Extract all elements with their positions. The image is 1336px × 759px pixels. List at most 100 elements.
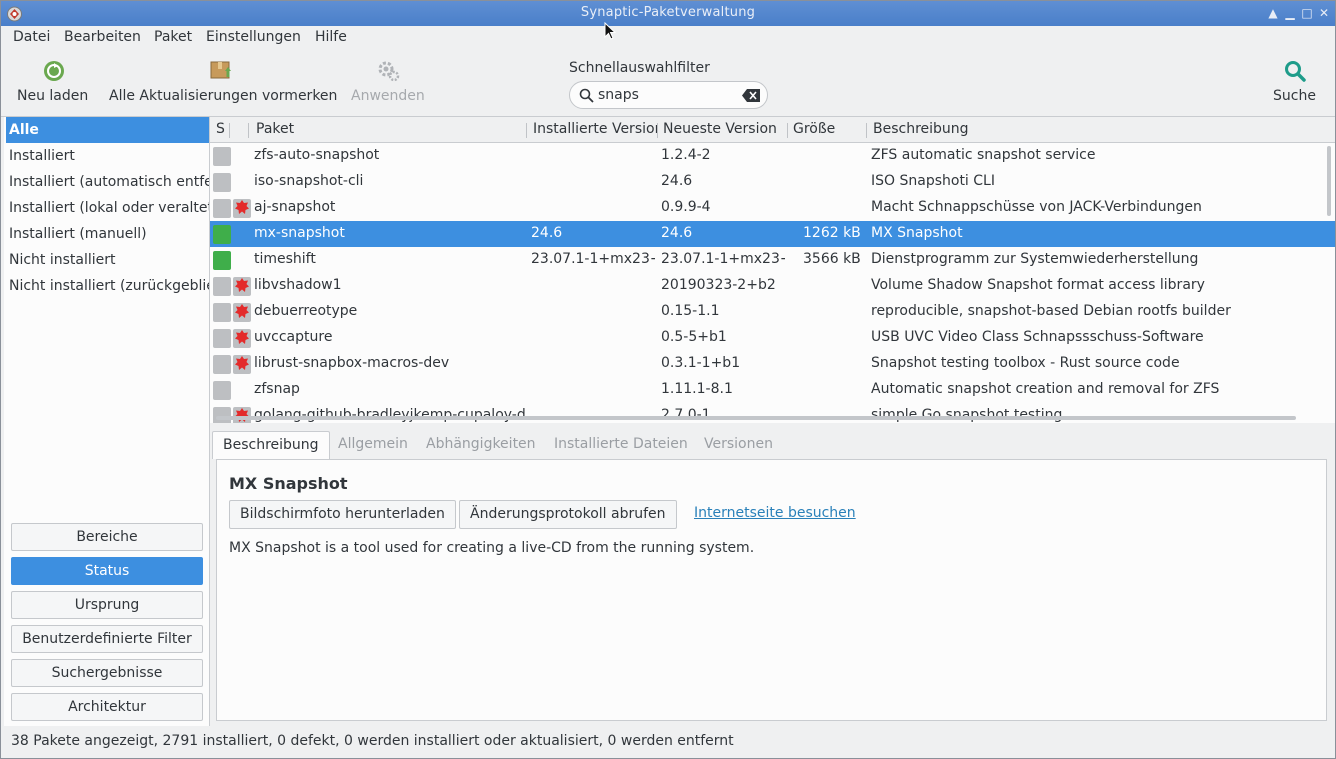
column-divider[interactable] xyxy=(526,123,527,138)
status-bar-text: 38 Pakete angezeigt, 2791 installiert, 0… xyxy=(11,733,734,749)
search-button[interactable]: Suche xyxy=(1265,50,1323,110)
package-description: Snapshot testing toolbox - Rust source c… xyxy=(871,355,1180,371)
installed-status-icon[interactable] xyxy=(213,251,231,270)
not-installed-status-icon[interactable] xyxy=(213,199,231,218)
not-installed-status-icon[interactable] xyxy=(213,329,231,348)
column-divider xyxy=(248,123,249,138)
reload-button[interactable]: Neu laden xyxy=(17,50,89,110)
package-name: debuerreotype xyxy=(254,303,358,319)
menu-paket[interactable]: Paket xyxy=(154,29,192,45)
table-row[interactable]: aj-snapshot 0.9.9-4 Macht Schnappschüsse v… xyxy=(210,195,1335,221)
apply-label: Anwenden xyxy=(351,88,425,104)
origin-button[interactable]: Ursprung xyxy=(11,591,203,619)
tab-installed-files[interactable]: Installierte Dateien xyxy=(544,431,698,459)
filter-installed-autoremovable[interactable]: Installiert (automatisch entfernbar) xyxy=(6,169,209,195)
quick-filter-label: Schnellauswahlfilter xyxy=(569,60,710,76)
menu-datei[interactable]: Datei xyxy=(13,29,50,45)
clear-input-icon[interactable] xyxy=(742,89,760,102)
not-installed-status-icon[interactable] xyxy=(213,407,231,423)
package-detail-panel: MX Snapshot Bildschirmfoto herunterladen… xyxy=(216,459,1327,721)
package-name: zfs-auto-snapshot xyxy=(254,147,380,163)
tab-description[interactable]: Beschreibung xyxy=(212,431,330,459)
custom-filters-button[interactable]: Benutzerdefinierte Filter xyxy=(11,625,203,653)
column-size[interactable]: Größe xyxy=(793,121,863,137)
status-button[interactable]: Status xyxy=(11,557,203,585)
not-installed-status-icon[interactable] xyxy=(213,303,231,322)
filter-installed-manual[interactable]: Installiert (manuell) xyxy=(6,221,209,247)
filter-installed-local-obsolete[interactable]: Installiert (lokal oder veraltet) xyxy=(6,195,209,221)
table-header: S Paket Installierte Version Neueste Ver… xyxy=(210,117,1335,143)
latest-version: 24.6 xyxy=(661,225,693,241)
table-row[interactable]: golang-github-bradleyjkemp-cupaloy-dev 2.… xyxy=(210,403,1335,423)
column-divider[interactable] xyxy=(657,123,658,138)
latest-version: 20190323-2+b2 xyxy=(661,277,776,293)
package-name: iso-snapshot-cli xyxy=(254,173,364,189)
table-row[interactable]: uvccapture 0.5-5+b1 USB UVC Video Class Sc… xyxy=(210,325,1335,351)
column-divider[interactable] xyxy=(787,123,788,138)
column-installed-version[interactable]: Installierte Version xyxy=(533,121,657,137)
mark-all-upgrades-button[interactable]: Alle Aktualisierungen vormerken xyxy=(109,50,337,110)
package-name: aj-snapshot xyxy=(254,199,336,215)
architecture-button[interactable]: Architektur xyxy=(11,693,203,721)
column-latest-version[interactable]: Neueste Version xyxy=(663,121,785,137)
menu-bar: Datei Bearbeiten Paket Einstellungen Hil… xyxy=(1,26,1335,50)
table-row[interactable]: timeshift 23.07.1-1+mx23+2 23.07.1-1+mx23+… xyxy=(210,247,1335,273)
table-row[interactable]: debuerreotype 0.15-1.1 reproducible, snaps… xyxy=(210,299,1335,325)
menu-einstellungen[interactable]: Einstellungen xyxy=(206,29,301,45)
column-description[interactable]: Beschreibung xyxy=(873,121,969,137)
search-results-button[interactable]: Suchergebnisse xyxy=(11,659,203,687)
title-bar[interactable]: Synaptic-Paketverwaltung ▲ ▁ □ ✕ xyxy=(1,1,1335,26)
package-description: ZFS automatic snapshot service xyxy=(871,147,1096,163)
column-divider[interactable] xyxy=(866,123,867,138)
latest-version: 23.07.1-1+mx23+2 xyxy=(661,251,785,267)
tab-versions[interactable]: Versionen xyxy=(694,431,783,459)
not-installed-status-icon[interactable] xyxy=(213,277,231,296)
visit-website-link[interactable]: Internetseite besuchen xyxy=(694,505,856,521)
filter-not-installed[interactable]: Nicht installiert xyxy=(6,247,209,273)
filter-all[interactable]: Alle xyxy=(6,117,209,143)
maximize-window-icon[interactable]: □ xyxy=(1299,5,1315,21)
table-row[interactable]: libvshadow1 20190323-2+b2 Volume Shadow Sn… xyxy=(210,273,1335,299)
table-horizontal-scrollbar[interactable] xyxy=(216,416,1296,420)
sections-button[interactable]: Bereiche xyxy=(11,523,203,551)
quick-filter-input[interactable] xyxy=(598,86,738,104)
menu-hilfe[interactable]: Hilfe xyxy=(315,29,347,45)
tab-general[interactable]: Allgemein xyxy=(328,431,418,459)
minimize-window-icon[interactable]: ▁ xyxy=(1282,5,1298,21)
table-row[interactable]: zfsnap 1.11.1-8.1 Automatic snapshot creat… xyxy=(210,377,1335,403)
column-status[interactable]: S xyxy=(216,121,225,137)
quick-filter-box[interactable] xyxy=(569,81,768,109)
toolbar: Neu laden Alle Aktualisierungen vormerke… xyxy=(1,50,1335,116)
download-screenshot-button[interactable]: Bildschirmfoto herunterladen xyxy=(229,500,456,529)
apply-button[interactable]: Anwenden xyxy=(351,50,425,110)
table-row[interactable]: zfs-auto-snapshot 1.2.4-2 ZFS automatic sn… xyxy=(210,143,1335,169)
installed-version: 23.07.1-1+mx23+2 xyxy=(531,251,655,267)
tab-dependencies[interactable]: Abhängigkeiten xyxy=(416,431,546,459)
close-window-icon[interactable]: ✕ xyxy=(1316,5,1332,21)
table-row[interactable]: iso-snapshot-cli 24.6 ISO Snapshoti CLI xyxy=(210,169,1335,195)
package-name: timeshift xyxy=(254,251,316,267)
not-installed-status-icon[interactable] xyxy=(213,355,231,374)
table-row[interactable]: librust-snapbox-macros-dev 0.3.1-1+b1 Snap… xyxy=(210,351,1335,377)
menu-bearbeiten[interactable]: Bearbeiten xyxy=(64,29,141,45)
column-package[interactable]: Paket xyxy=(256,121,524,137)
filter-installed[interactable]: Installiert xyxy=(6,143,209,169)
package-description: Dienstprogramm zur Systemwiederherstellu… xyxy=(871,251,1199,267)
shade-window-icon[interactable]: ▲ xyxy=(1265,5,1281,21)
package-size: 1262 kB xyxy=(803,225,861,241)
detail-tabs: Beschreibung Allgemein Abhängigkeiten In… xyxy=(212,431,1333,459)
filter-not-installed-residual[interactable]: Nicht installiert (zurückgebliebene Konf… xyxy=(6,273,209,299)
not-installed-status-icon[interactable] xyxy=(213,381,231,400)
table-vertical-scrollbar[interactable] xyxy=(1327,146,1331,216)
package-description: Macht Schnappschüsse von JACK-Verbindung… xyxy=(871,199,1202,215)
not-installed-status-icon[interactable] xyxy=(213,147,231,166)
not-installed-status-icon[interactable] xyxy=(213,173,231,192)
table-row[interactable]: mx-snapshot 24.6 24.6 1262 kB MX Snapshot xyxy=(210,221,1335,247)
get-changelog-button[interactable]: Änderungsprotokoll abrufen xyxy=(459,500,677,529)
package-description: simple Go snapshot testing xyxy=(871,407,1063,423)
column-divider xyxy=(229,123,230,138)
mouse-cursor-icon xyxy=(604,22,616,40)
reload-label: Neu laden xyxy=(17,88,89,104)
installed-status-icon[interactable] xyxy=(213,225,231,244)
search-icon xyxy=(1285,61,1306,82)
